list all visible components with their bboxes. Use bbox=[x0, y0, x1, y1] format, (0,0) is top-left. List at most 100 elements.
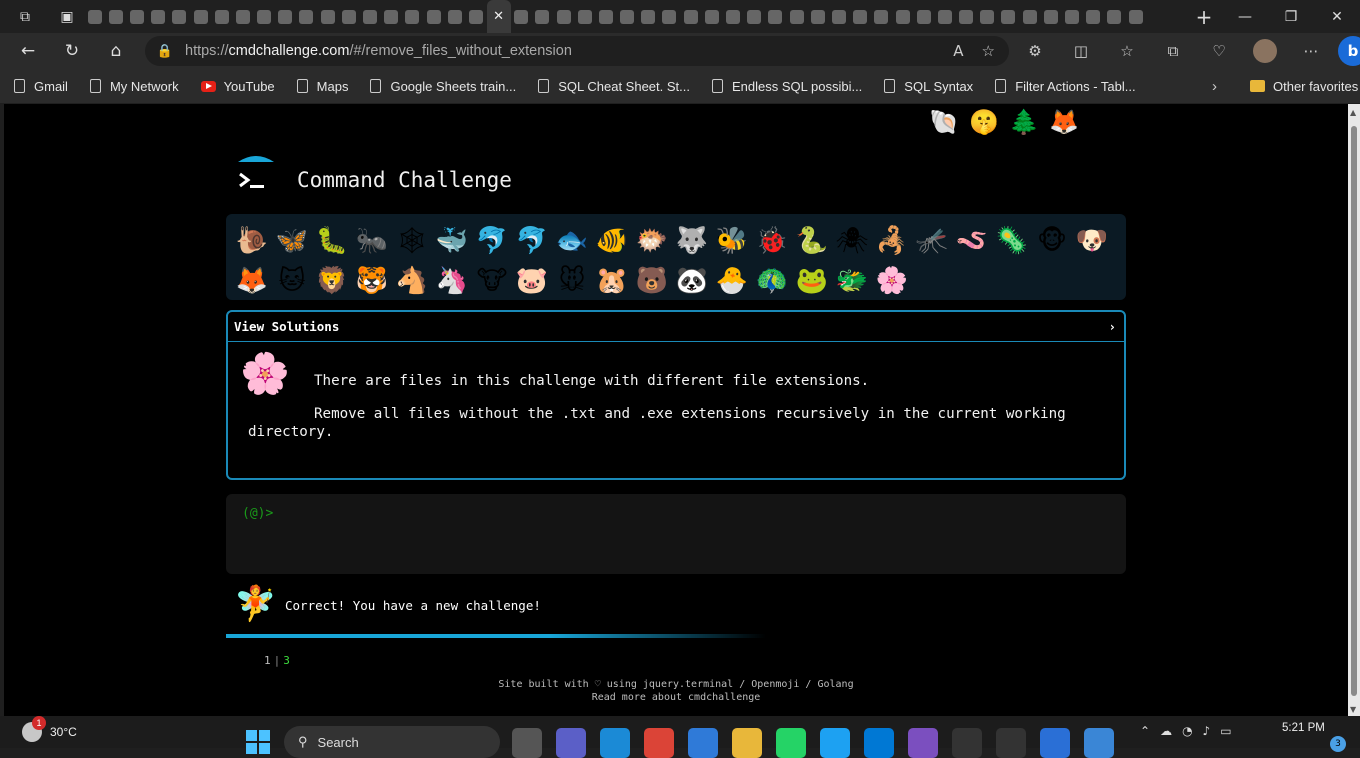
challenge-animal-icon[interactable]: 🐛 bbox=[312, 221, 352, 261]
challenge-animal-icon[interactable]: 🐣 bbox=[712, 261, 752, 301]
weather-widget[interactable]: 1 30°C bbox=[22, 716, 77, 742]
volume-icon[interactable]: ♪ bbox=[1203, 724, 1211, 738]
challenge-animal-icon[interactable]: 🐝 bbox=[712, 221, 752, 261]
challenge-animal-icon[interactable]: 🐠 bbox=[592, 221, 632, 261]
challenge-animal-icon[interactable]: 🐡 bbox=[632, 221, 672, 261]
browser-tab[interactable] bbox=[359, 0, 380, 33]
clock[interactable]: 5:21 PM bbox=[1282, 722, 1325, 734]
back-icon[interactable]: ← bbox=[6, 33, 50, 69]
file-explorer-icon[interactable] bbox=[732, 728, 762, 758]
challenge-animal-icon[interactable]: 🦄 bbox=[432, 261, 472, 301]
challenge-animal-icon[interactable]: 🦚 bbox=[752, 261, 792, 301]
challenge-animal-icon[interactable]: 🕷 bbox=[832, 221, 872, 261]
collections-icon[interactable]: ⧉ bbox=[1150, 42, 1196, 60]
challenge-animal-icon[interactable]: 🦠 bbox=[992, 221, 1032, 261]
browser-tab[interactable] bbox=[275, 0, 296, 33]
favorite-star-icon[interactable]: ☆ bbox=[982, 42, 995, 60]
browser-tab[interactable] bbox=[444, 0, 465, 33]
browser-tab[interactable] bbox=[765, 0, 786, 33]
browser-tab[interactable] bbox=[828, 0, 849, 33]
bookmark-google-sheets[interactable]: Google Sheets train... bbox=[370, 79, 516, 94]
challenge-animal-icon[interactable]: 🐍 bbox=[792, 221, 832, 261]
browser-tab[interactable]: ✕ bbox=[486, 0, 511, 33]
browser-tab[interactable] bbox=[956, 0, 977, 33]
challenge-animal-icon[interactable]: 🐴 bbox=[392, 261, 432, 301]
vscode-icon[interactable] bbox=[864, 728, 894, 758]
browser-tab[interactable] bbox=[1125, 0, 1146, 33]
notification-badge[interactable]: 3 bbox=[1330, 736, 1346, 752]
bookmark-youtube[interactable]: YouTube bbox=[200, 79, 275, 94]
profile-avatar[interactable] bbox=[1253, 39, 1277, 63]
browser-tab[interactable] bbox=[934, 0, 955, 33]
challenge-animal-icon[interactable]: 🐵 bbox=[1032, 221, 1072, 261]
browser-tab[interactable] bbox=[190, 0, 211, 33]
browser-tab[interactable] bbox=[465, 0, 486, 33]
browser-tab[interactable] bbox=[871, 0, 892, 33]
challenge-animal-icon[interactable]: 🐞 bbox=[752, 221, 792, 261]
browser-tab[interactable] bbox=[338, 0, 359, 33]
extensions-icon[interactable]: ⚙ bbox=[1012, 42, 1058, 60]
bookmark-my-network[interactable]: My Network bbox=[89, 79, 179, 94]
chevron-up-icon[interactable]: ⌃ bbox=[1140, 724, 1150, 738]
browser-tab[interactable] bbox=[232, 0, 253, 33]
challenge-animal-icon[interactable]: 🪱 bbox=[952, 221, 992, 261]
browser-tab[interactable] bbox=[254, 0, 275, 33]
virtualbox-icon[interactable] bbox=[1040, 728, 1070, 758]
browser-tab[interactable] bbox=[680, 0, 701, 33]
browser-tab[interactable] bbox=[617, 0, 638, 33]
challenge-animal-icon[interactable]: 🐷 bbox=[512, 261, 552, 301]
chevron-right-icon[interactable]: › bbox=[1212, 78, 1217, 95]
bing-copilot-icon[interactable]: b bbox=[1338, 36, 1360, 66]
close-tab-icon[interactable]: ✕ bbox=[493, 9, 504, 24]
challenge-animal-icon[interactable]: 🐬 bbox=[512, 221, 552, 261]
challenge-animal-icon[interactable]: 🐸 bbox=[792, 261, 832, 301]
challenge-animal-icon[interactable]: 🦁 bbox=[312, 261, 352, 301]
challenge-animal-icon[interactable]: 🐮 bbox=[472, 261, 512, 301]
app-icon[interactable] bbox=[1084, 728, 1114, 758]
browser-tab[interactable] bbox=[913, 0, 934, 33]
gitlab-icon[interactable]: 🦊 bbox=[1048, 106, 1080, 138]
browser-tab[interactable] bbox=[659, 0, 680, 33]
other-favorites-folder[interactable]: Other favorites bbox=[1250, 79, 1358, 94]
challenge-animal-icon[interactable]: 🐜 bbox=[352, 221, 392, 261]
challenge-animal-icon[interactable]: 🐹 bbox=[592, 261, 632, 301]
challenge-animal-icon[interactable]: 🐱 bbox=[272, 261, 312, 301]
split-screen-icon[interactable]: ◫ bbox=[1058, 42, 1104, 60]
twitter-icon[interactable] bbox=[820, 728, 850, 758]
tab-actions-icon[interactable]: ▣ bbox=[50, 0, 84, 33]
browser-tab[interactable] bbox=[553, 0, 574, 33]
terminal-prompt[interactable]: (@)> bbox=[242, 506, 273, 521]
challenge-animal-icon[interactable]: 🦂 bbox=[872, 221, 912, 261]
wifi-icon[interactable]: ◔ bbox=[1182, 724, 1192, 738]
browser-tab[interactable] bbox=[84, 0, 105, 33]
browser-tab[interactable] bbox=[892, 0, 913, 33]
browser-tab[interactable] bbox=[211, 0, 232, 33]
browser-tab[interactable] bbox=[148, 0, 169, 33]
read-aloud-icon[interactable]: A bbox=[953, 42, 963, 60]
browser-tab[interactable] bbox=[1104, 0, 1125, 33]
challenge-animal-icon[interactable]: 🐳 bbox=[432, 221, 472, 261]
browser-tab[interactable] bbox=[402, 0, 423, 33]
browser-tab[interactable] bbox=[850, 0, 871, 33]
challenge-animal-icon[interactable]: 🐲 bbox=[832, 261, 872, 301]
file-app-icon[interactable] bbox=[512, 728, 542, 758]
browser-tab[interactable] bbox=[786, 0, 807, 33]
terminal[interactable]: (@)> bbox=[226, 494, 1126, 574]
store-icon[interactable] bbox=[688, 728, 718, 758]
challenge-animal-icon[interactable]: 🐌 bbox=[232, 221, 272, 261]
browser-tab[interactable] bbox=[977, 0, 998, 33]
teams-icon[interactable] bbox=[556, 728, 586, 758]
browser-tab[interactable] bbox=[1061, 0, 1082, 33]
browser-tab[interactable] bbox=[998, 0, 1019, 33]
shush-icon[interactable]: 🤫 bbox=[968, 106, 1000, 138]
browser-tab[interactable] bbox=[701, 0, 722, 33]
challenge-animal-icon[interactable]: 🦟 bbox=[912, 221, 952, 261]
browser-tab[interactable] bbox=[105, 0, 126, 33]
browser-essentials-icon[interactable]: ♡ bbox=[1196, 42, 1242, 60]
terminal-icon[interactable] bbox=[952, 728, 982, 758]
browser-tab[interactable] bbox=[807, 0, 828, 33]
challenge-animal-icon[interactable]: 🦊 bbox=[232, 261, 272, 301]
browser-tab[interactable] bbox=[296, 0, 317, 33]
challenge-animal-icon[interactable]: 🐻 bbox=[632, 261, 672, 301]
cmdchallenge-icon[interactable]: 🐚 bbox=[928, 106, 960, 138]
